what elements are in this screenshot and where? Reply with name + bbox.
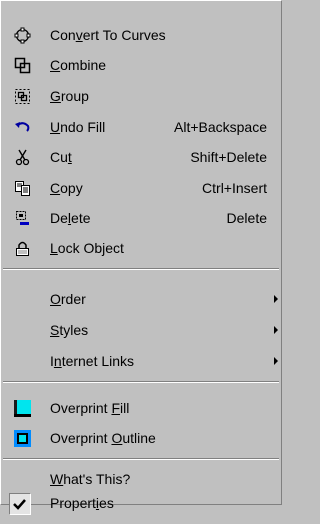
menu-item-overprint-outline[interactable]: Overprint Outline [1,423,281,453]
shortcut-text: Delete [226,210,267,226]
checkmark-icon [9,493,31,515]
menu-item-cut[interactable]: Cut Shift+Delete [1,142,281,172]
shortcut-text: Shift+Delete [190,149,267,165]
menu-item-label: Combine [50,57,107,73]
menu-item-delete[interactable]: Delete Delete [1,203,281,233]
menu-item-label: Lock Object [50,240,124,256]
menu-item-group[interactable]: Group [1,81,281,111]
menu-item-label: Undo Fill [50,119,106,135]
menu-separator [3,268,279,270]
group-icon [14,88,31,105]
menu-item-lock-object[interactable]: Lock Object [1,233,281,263]
menu-item-label: Copy [50,180,83,196]
convert-to-curves-icon [14,27,31,44]
menu-separator [3,381,279,383]
menu-item-order[interactable]: Order [1,284,281,314]
menu-item-combine[interactable]: Combine [1,50,281,80]
menu-item-label: Delete [50,210,91,226]
menu-separator [3,458,279,460]
menu-item-label: Overprint Fill [50,400,130,416]
copy-icon [14,180,31,197]
submenu-arrow-icon [274,326,278,334]
delete-icon [14,210,31,227]
menu-item-copy[interactable]: Copy Ctrl+Insert [1,173,281,203]
scissors-icon [14,149,31,166]
overprint-outline-icon [14,430,31,447]
submenu-arrow-icon [274,295,278,303]
menu-item-label: Convert To Curves [50,27,166,43]
menu-item-label: Cut [50,149,72,165]
menu-item-label: Order [50,291,86,307]
shortcut-text: Alt+Backspace [174,119,267,135]
menu-item-styles[interactable]: Styles [1,315,281,345]
menu-item-internet-links[interactable]: Internet Links [1,346,281,376]
menu-item-convert-to-curves[interactable]: Convert To Curves [1,20,281,50]
menu-item-label: Group [50,88,89,104]
overprint-fill-icon [14,400,31,417]
shortcut-text: Ctrl+Insert [202,180,267,196]
undo-icon [14,119,31,136]
menu-item-label: Styles [50,322,89,338]
combine-icon [14,57,31,74]
menu-item-label: Internet Links [50,353,135,369]
lock-icon [14,240,31,257]
menu-item-label: Properties [50,495,114,511]
menu-item-properties[interactable]: Properties [1,488,281,518]
menu-item-overprint-fill[interactable]: Overprint Fill [1,393,281,423]
context-menu: Convert To Curves Combine Group Undo Fil… [0,0,282,515]
submenu-arrow-icon [274,357,278,365]
menu-item-undo-fill[interactable]: Undo Fill Alt+Backspace [1,112,281,142]
menu-item-label: Overprint Outline [50,430,156,446]
